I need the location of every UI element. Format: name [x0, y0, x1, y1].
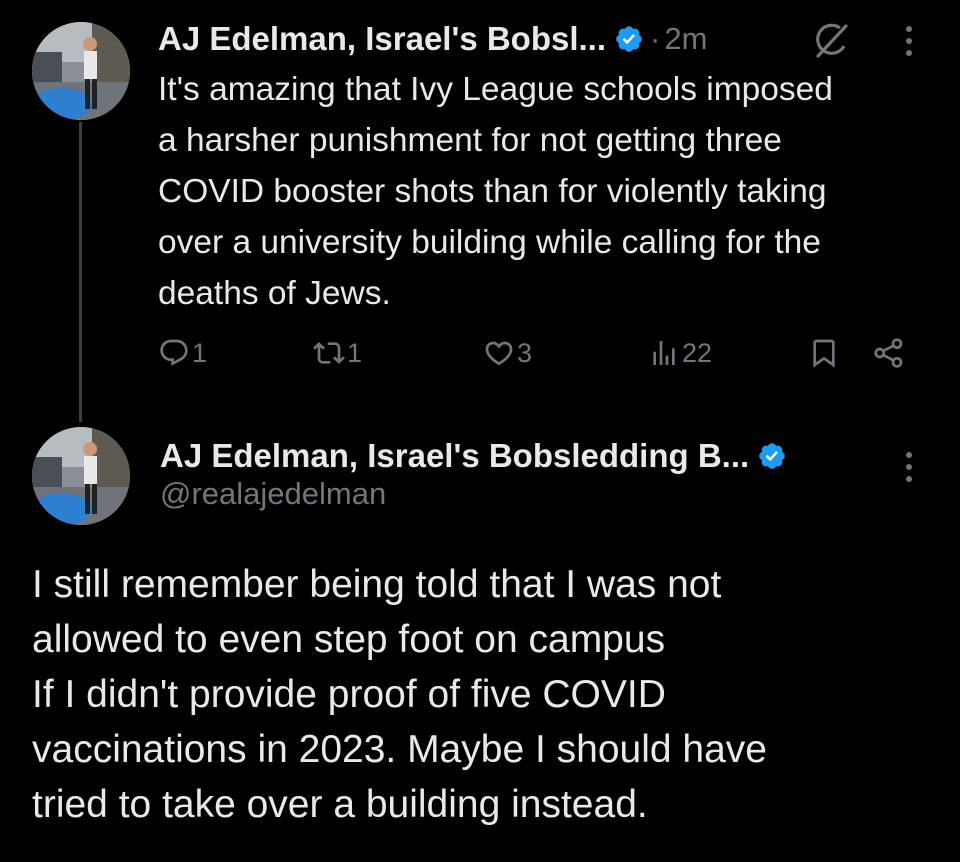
avatar-photo	[32, 427, 130, 525]
like-button[interactable]: 3	[483, 333, 532, 373]
more-vertical-icon[interactable]	[904, 450, 914, 484]
avatar-photo	[32, 22, 130, 120]
display-name[interactable]: AJ Edelman, Israel's Bobsledding B...	[160, 437, 749, 475]
display-name[interactable]: AJ Edelman, Israel's Bobsl...	[158, 20, 606, 58]
separator-dot: ·	[650, 21, 661, 56]
reply-button[interactable]: 1	[158, 333, 207, 373]
user-handle[interactable]: @realajedelman	[160, 476, 386, 512]
reply-icon	[160, 339, 188, 366]
views-icon	[653, 341, 675, 365]
views-count: 22	[682, 337, 713, 368]
timestamp[interactable]: 2m	[664, 21, 707, 57]
share-button[interactable]	[873, 333, 905, 373]
reply-count: 1	[192, 337, 208, 368]
bookmark-icon	[813, 339, 835, 368]
avatar[interactable]	[32, 22, 130, 120]
heart-icon	[485, 341, 513, 366]
parent-tweet-text: It's amazing that Ivy League schools imp…	[158, 71, 833, 312]
thread-connector-line	[79, 122, 82, 422]
main-tweet-header: AJ Edelman, Israel's Bobsledding B...	[160, 433, 787, 479]
repost-button[interactable]: 1	[313, 333, 362, 373]
tweet-action-bar: 1 1 3 22	[158, 333, 918, 373]
verified-badge-icon[interactable]	[614, 24, 644, 54]
share-icon	[874, 338, 903, 368]
avatar[interactable]	[32, 427, 130, 525]
bookmark-button[interactable]	[808, 333, 840, 373]
parent-tweet-header: AJ Edelman, Israel's Bobsl... · 2m	[158, 16, 707, 62]
repost-count: 1	[347, 337, 363, 368]
more-vertical-icon[interactable]	[904, 24, 914, 58]
views-button[interactable]: 22	[648, 333, 712, 373]
verified-badge-icon[interactable]	[757, 441, 787, 471]
repost-icon	[313, 342, 345, 364]
like-count: 3	[517, 337, 533, 368]
grok-icon[interactable]	[810, 22, 850, 60]
main-tweet-text: I still remember being told that I was n…	[32, 563, 767, 826]
